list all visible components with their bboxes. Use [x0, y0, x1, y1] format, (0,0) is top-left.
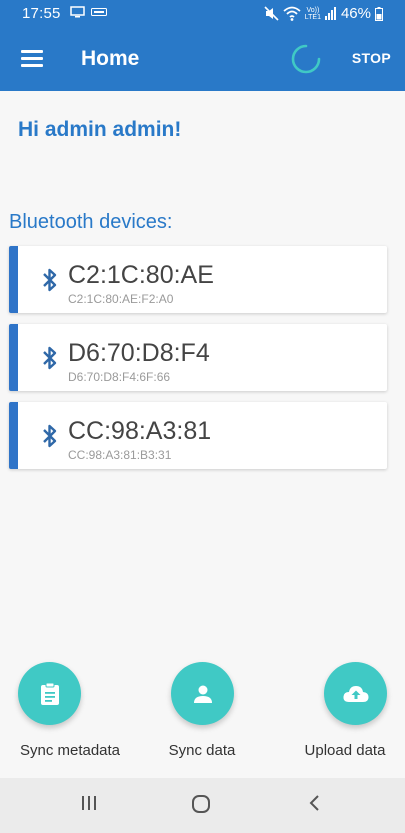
device-name: CC:98:A3:81: [68, 417, 212, 445]
bluetooth-icon: [43, 268, 57, 292]
person-icon: [193, 685, 212, 703]
home-icon[interactable]: [191, 794, 211, 814]
device-list: C2:1C:80:AE C2:1C:80:AE:F2:A0 D6:70:D8:F…: [9, 246, 387, 480]
screen-cast-icon: [70, 6, 85, 18]
stop-button[interactable]: STOP: [352, 50, 391, 66]
wifi-icon: [283, 6, 301, 21]
device-mac: D6:70:D8:F4:6F:66: [68, 370, 171, 384]
loading-spinner-icon: [291, 44, 321, 74]
mute-icon: [264, 6, 279, 21]
device-name: D6:70:D8:F4: [68, 339, 210, 367]
bluetooth-icon: [43, 346, 57, 370]
status-bar: 17:55 Vo)) LTE1 46%: [0, 0, 405, 27]
app-bar: Home STOP: [0, 27, 405, 91]
cloud-upload-icon: [342, 685, 368, 702]
device-card[interactable]: D6:70:D8:F4 D6:70:D8:F4:6F:66: [9, 324, 387, 391]
device-name: C2:1C:80:AE: [68, 261, 214, 289]
battery-percent: 46%: [340, 5, 371, 22]
status-time: 17:55: [22, 5, 61, 22]
sync-data-label: Sync data: [168, 742, 236, 759]
battery-icon: [375, 6, 383, 21]
menu-icon[interactable]: [21, 50, 43, 67]
bluetooth-icon: [43, 424, 57, 448]
device-card[interactable]: C2:1C:80:AE C2:1C:80:AE:F2:A0: [9, 246, 387, 313]
signal-icon: [324, 7, 336, 20]
recent-apps-icon[interactable]: [80, 794, 98, 812]
upload-data-label: Upload data: [304, 742, 386, 759]
lte-top-label: Vo)): [306, 6, 320, 14]
system-nav-bar: [0, 778, 405, 833]
device-mac: CC:98:A3:81:B3:31: [68, 448, 172, 462]
lte-bottom-label: LTE1: [304, 13, 321, 21]
back-icon[interactable]: [307, 794, 323, 812]
lte-indicator: Vo)) LTE1: [305, 7, 321, 21]
clipboard-icon: [40, 682, 59, 705]
bluetooth-devices-title: Bluetooth devices:: [9, 211, 173, 233]
sync-metadata-button[interactable]: [18, 662, 81, 725]
device-mac: C2:1C:80:AE:F2:A0: [68, 292, 174, 306]
vr-badge-icon: [91, 8, 107, 16]
device-card[interactable]: CC:98:A3:81 CC:98:A3:81:B3:31: [9, 402, 387, 469]
greeting-text: Hi admin admin!: [18, 118, 182, 141]
sync-data-button[interactable]: [171, 662, 234, 725]
upload-data-button[interactable]: [324, 662, 387, 725]
page-title: Home: [81, 47, 140, 70]
sync-metadata-label: Sync metadata: [19, 742, 121, 759]
